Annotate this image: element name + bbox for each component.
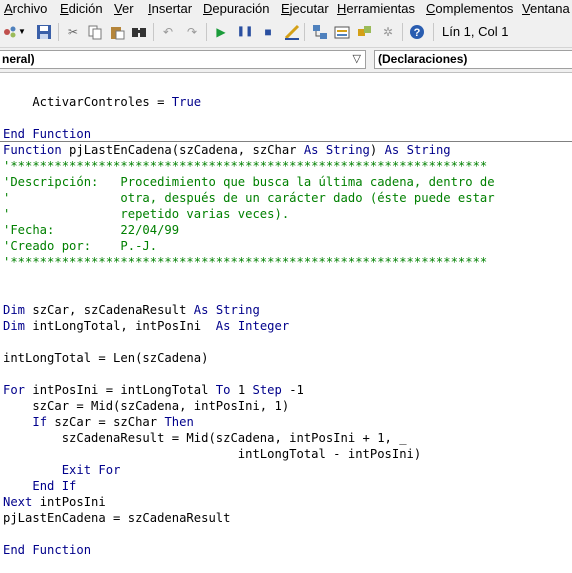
help-icon[interactable]: ? [409, 24, 425, 40]
procedure-combo[interactable]: (Declaraciones) [374, 50, 572, 69]
undo-icon[interactable]: ↶ [160, 24, 176, 40]
code-line: End If [32, 479, 77, 493]
code-line: If szCar = szChar Then [32, 415, 194, 429]
dropdown-arrow-icon[interactable]: ▼ [18, 24, 26, 40]
code-line: End Function [3, 543, 92, 557]
menu-bar: Archivo Edición Ver Insertar Depuración Ejecu… [0, 0, 572, 18]
project-explorer-icon[interactable] [312, 24, 328, 40]
code-line: Exit For [61, 463, 121, 477]
pause-icon[interactable]: ❚❚ [237, 24, 254, 40]
copy-icon[interactable] [87, 24, 103, 40]
code-line: intLongTotal - intPosIni) [3, 447, 422, 461]
cursor-position: Lín 1, Col 1 [442, 24, 509, 39]
code-line: ' repetido varias veces). [3, 207, 290, 221]
cut-icon[interactable]: ✂ [65, 24, 81, 40]
code-line: ' otra, después de un carácter dado (ést… [3, 191, 495, 205]
redo-icon[interactable]: ↷ [184, 24, 200, 40]
chevron-down-icon: ▽ [352, 53, 361, 65]
code-line: For intPosIni = intLongTotal To 1 Step -… [3, 383, 304, 397]
menu-item-6[interactable]: Ejecutar [281, 0, 329, 17]
menu-item-7[interactable]: Herramientas [337, 0, 415, 17]
code-line: 'Descripción: Procedimiento que busca la… [3, 175, 495, 189]
design-mode-icon[interactable] [284, 24, 300, 40]
menu-item-4[interactable]: Insertar [148, 0, 192, 17]
run-icon[interactable]: ▶ [213, 24, 229, 40]
menu-item-2[interactable]: Edición [60, 0, 103, 17]
paste-icon[interactable] [109, 24, 125, 40]
code-line: Dim szCar, szCadenaResult As String [3, 303, 260, 317]
code-line: ActivarControles = True [3, 95, 202, 109]
code-editor[interactable]: ActivarControles = True End Function Funct… [0, 72, 572, 573]
code-line: szCadenaResult = Mid(szCadena, intPosIni… [3, 431, 407, 445]
save-icon[interactable] [36, 24, 52, 40]
object-combo[interactable]: neral) ▽ [0, 50, 366, 69]
combo-bar: neral) ▽ (Declaraciones) [0, 48, 572, 72]
menu-item-3[interactable]: Ver [114, 0, 134, 17]
object-browser-icon[interactable] [357, 24, 373, 40]
code-line: '***************************************… [3, 255, 488, 269]
code-line: 'Creado por: P.-J. [3, 239, 158, 253]
code-line: Next intPosIni [3, 495, 106, 509]
code-line: intLongTotal = Len(szCadena) [3, 351, 209, 365]
toolbox-icon[interactable]: ✲ [380, 24, 396, 40]
code-line: pjLastEnCadena = szCadenaResult [3, 511, 231, 525]
code-line: Dim intLongTotal, intPosIni As Integer [3, 319, 290, 333]
find-icon[interactable] [131, 24, 147, 40]
add-userform-icon[interactable] [2, 24, 18, 40]
svg-text:?: ? [414, 27, 421, 39]
reset-icon[interactable]: ■ [260, 24, 276, 40]
code-line: End Function [3, 127, 92, 141]
toolbar: ▼ ✂ ↶ ↷ ▶ ❚❚ ■ ✲ ? Lín 1, Col 1 [0, 18, 572, 48]
menu-item-5[interactable]: Depuración [203, 0, 270, 17]
properties-window-icon[interactable] [334, 24, 350, 40]
menu-item-1[interactable]: Archivo [4, 0, 47, 17]
code-line: 'Fecha: 22/04/99 [3, 223, 180, 237]
menu-item-9[interactable]: Ventana [522, 0, 570, 17]
code-line: Function pjLastEnCadena(szCadena, szChar… [3, 143, 451, 157]
menu-item-8[interactable]: Complementos [426, 0, 513, 17]
code-line: szCar = Mid(szCadena, intPosIni, 1) [3, 399, 290, 413]
code-line: '***************************************… [3, 159, 488, 173]
